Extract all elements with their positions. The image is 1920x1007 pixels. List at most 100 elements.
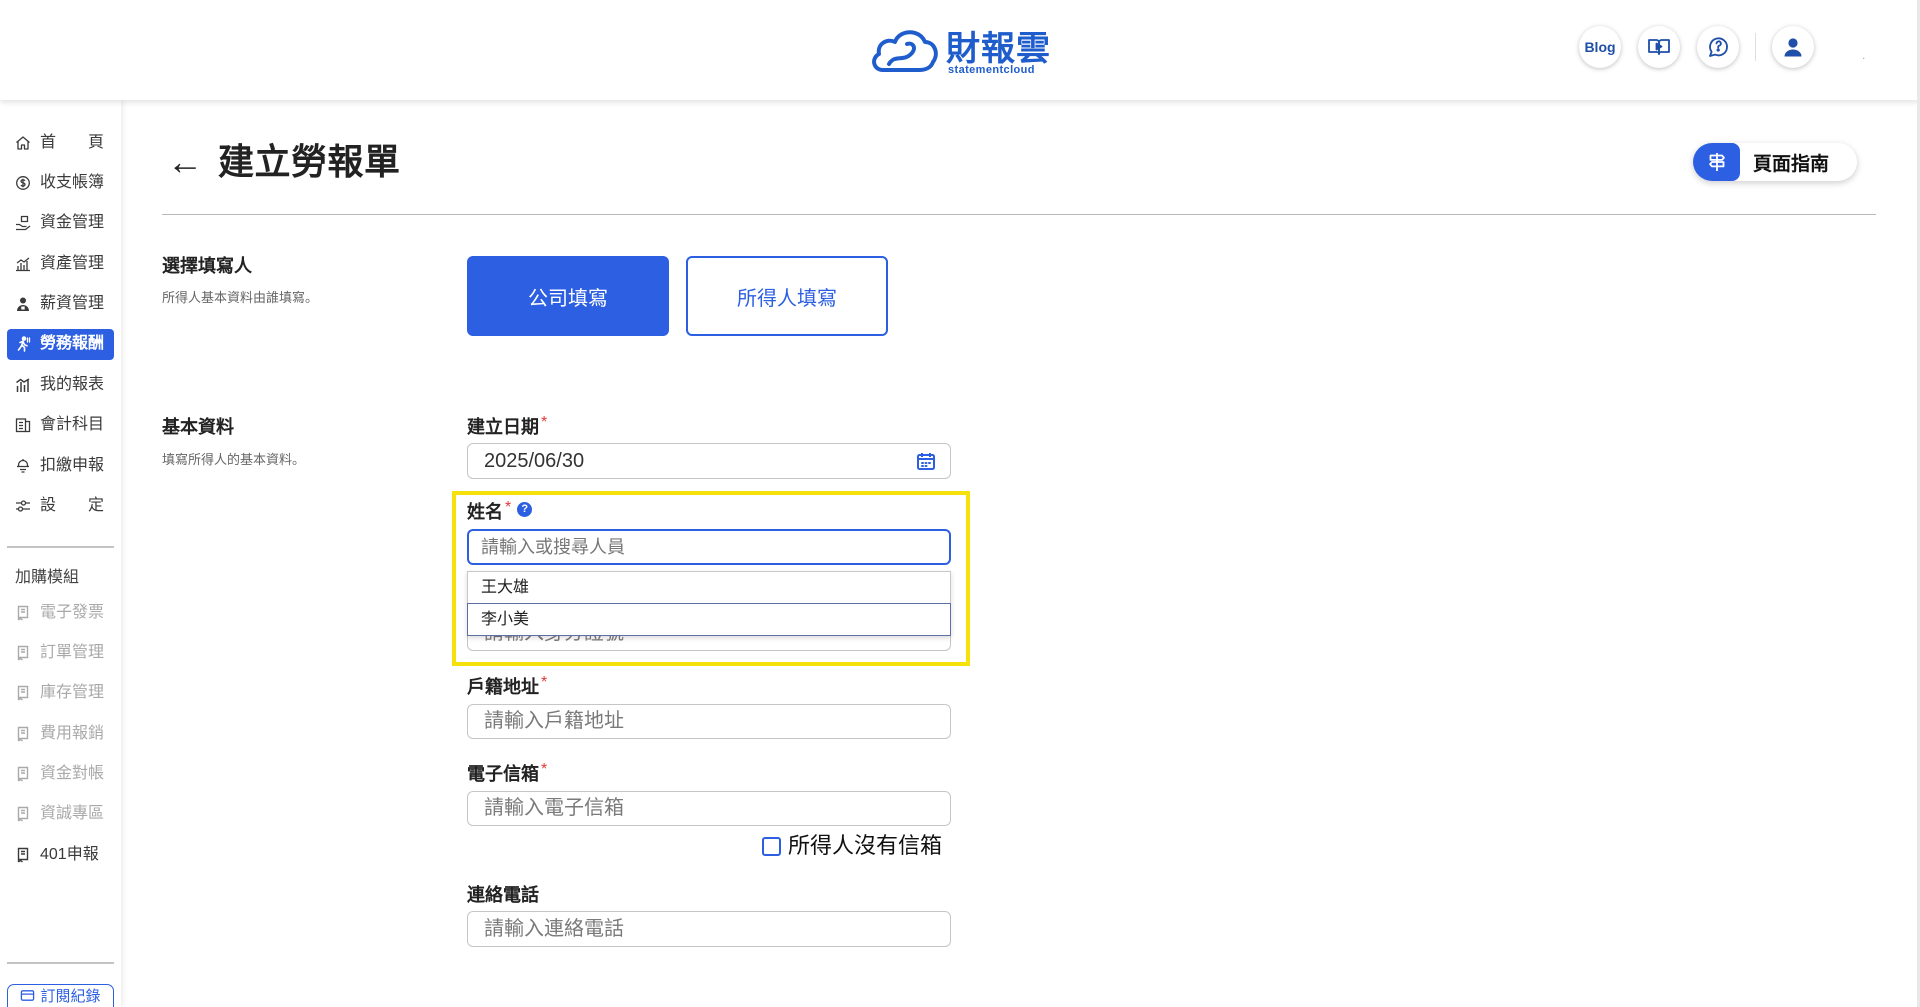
main-nav: 首頁 收支帳簿 資金管理 資產管理 薪資管理 勞務報酬 我的報表 會計科目 扣繳… <box>0 122 121 526</box>
sidebar-addon-inventory[interactable]: 庫存管理 <box>0 673 121 713</box>
blog-label: Blog <box>1584 39 1616 55</box>
sidebar-item-label: 扣繳申報 <box>40 456 105 474</box>
address-label-text: 戶籍地址 <box>467 677 539 697</box>
sidebar-item-assets[interactable]: 資產管理 <box>0 243 121 283</box>
sidebar-addon-expenses[interactable]: 費用報銷 <box>0 713 121 753</box>
sidebar-item-label: 庫存管理 <box>40 684 105 702</box>
header-divider <box>1755 33 1756 61</box>
sidebar-item-payroll[interactable]: 薪資管理 <box>0 284 121 324</box>
fund-icon <box>16 216 31 231</box>
sidebar-addon-orders[interactable]: 訂單管理 <box>0 632 121 672</box>
email-input[interactable] <box>467 791 951 826</box>
sidebar-divider <box>7 962 114 964</box>
calendar-icon[interactable] <box>916 451 936 476</box>
coin-icon <box>16 175 30 190</box>
phone-label-text: 連絡電話 <box>467 885 539 905</box>
sidebar-addon-e-invoice[interactable]: 電子發票 <box>0 592 121 632</box>
name-label-text: 姓名 <box>467 502 503 522</box>
sidebar-item-label: 資產管理 <box>40 254 105 272</box>
sidebar-item-label: 資誠專區 <box>40 805 105 823</box>
suggestion-item[interactable]: 李小美 <box>467 603 951 636</box>
sidebar-item-label: 401申報 <box>40 845 99 863</box>
sidebar-item-labor-remuneration[interactable]: 勞務報酬 <box>0 324 121 364</box>
back-arrow-icon[interactable]: ← <box>167 140 205 184</box>
no-email-checkbox-row[interactable]: 所得人沒有信箱 <box>762 833 942 859</box>
subscription-record-button[interactable]: 訂閱紀錄 <box>7 984 114 1007</box>
page-guide-label: 頁面指南 <box>1753 153 1830 175</box>
sidebar-item-label: 薪資管理 <box>40 295 105 313</box>
home-icon <box>16 135 30 150</box>
help-chat-button[interactable] <box>1697 26 1739 68</box>
sidebar-item-label: 首頁 <box>40 133 104 151</box>
sidebar-item-label: 資金對帳 <box>40 765 105 783</box>
sidebar-item-accounts[interactable]: 會計科目 <box>0 405 121 445</box>
sidebar-item-label: 設定 <box>40 497 104 515</box>
no-email-label[interactable]: 所得人沒有信箱 <box>788 833 942 859</box>
email-label: 電子信箱 * <box>467 761 547 785</box>
ledger-icon <box>15 418 31 433</box>
addon-section-title: 加購模組 <box>15 569 80 586</box>
sidebar: 首頁 收支帳簿 資金管理 資產管理 薪資管理 勞務報酬 我的報表 會計科目 扣繳… <box>0 100 121 1007</box>
sidebar-item-withholding[interactable]: 扣繳申報 <box>0 445 121 485</box>
addon-book-icon <box>17 686 29 701</box>
address-label: 戶籍地址 * <box>467 674 547 698</box>
logo-text[interactable]: 財報雲 <box>946 29 1051 69</box>
page-guide-button[interactable]: 頁面指南 <box>1693 143 1857 181</box>
sidebar-item-settings[interactable]: 設定 <box>0 486 121 526</box>
addon-book-icon <box>17 807 29 823</box>
help-chat-icon <box>1706 35 1730 59</box>
sidebar-item-reports[interactable]: 我的報表 <box>0 364 121 404</box>
withholding-icon <box>17 458 29 473</box>
header-trailing-dot: . <box>1862 48 1866 62</box>
basic-section-title: 基本資料 <box>162 417 234 437</box>
sidebar-item-label: 訂單管理 <box>40 643 105 661</box>
phone-label: 連絡電話 <box>467 884 539 906</box>
date-label: 建立日期 * <box>467 414 547 438</box>
sidebar-addon-pwc-zone[interactable]: 資誠專區 <box>0 794 121 834</box>
video-guide-icon <box>1647 35 1671 59</box>
blog-button[interactable]: Blog <box>1579 26 1621 68</box>
sidebar-item-cashbook[interactable]: 收支帳簿 <box>0 162 121 202</box>
required-mark: * <box>541 674 548 691</box>
date-input[interactable] <box>467 443 951 479</box>
filler-section-desc: 所得人基本資料由誰填寫。 <box>162 290 319 305</box>
assets-icon <box>16 257 30 271</box>
addon-book-icon <box>17 605 29 621</box>
page-title-row: ← 建立勞報單 <box>167 140 401 184</box>
sidebar-addon-401-filing[interactable]: 401申報 <box>0 834 121 874</box>
sidebar-item-label: 電子發票 <box>40 603 105 621</box>
filler-section-title: 選擇填寫人 <box>162 256 252 276</box>
subscription-label: 訂閱紀錄 <box>40 988 101 1005</box>
name-suggestion-dropdown: 王大雄 李小美 <box>467 571 951 636</box>
addon-nav: 電子發票 訂單管理 庫存管理 費用報銷 資金對帳 資誠專區 401申報 <box>0 592 121 875</box>
help-icon[interactable]: ? <box>517 501 533 517</box>
cloud-logo-icon[interactable] <box>869 24 941 81</box>
sidebar-addon-reconciliation[interactable]: 資金對帳 <box>0 754 121 794</box>
no-email-checkbox[interactable] <box>762 836 781 856</box>
required-mark: * <box>541 761 548 778</box>
required-mark: * <box>505 499 512 516</box>
settings-icon <box>16 500 30 512</box>
addon-book-icon <box>17 726 29 742</box>
sidebar-item-label: 會計科目 <box>40 416 105 434</box>
user-menu-button[interactable] <box>1772 26 1814 68</box>
sidebar-item-label: 費用報銷 <box>40 724 105 742</box>
addon-book-icon <box>17 766 29 782</box>
option-payee-fill[interactable]: 所得人填寫 <box>686 256 888 336</box>
address-input[interactable] <box>467 704 951 739</box>
signpost-icon <box>1693 143 1740 181</box>
email-label-text: 電子信箱 <box>467 764 539 784</box>
phone-input[interactable] <box>467 911 951 947</box>
video-guide-button[interactable] <box>1638 26 1680 68</box>
addon-book-icon <box>17 645 29 661</box>
subscription-icon <box>21 990 35 1001</box>
suggestion-item[interactable]: 王大雄 <box>467 571 951 604</box>
sidebar-divider <box>7 546 114 548</box>
sidebar-item-funds[interactable]: 資金管理 <box>0 203 121 243</box>
sidebar-item-label: 勞務報酬 <box>40 335 105 353</box>
name-search-input[interactable] <box>467 529 951 565</box>
sidebar-item-home[interactable]: 首頁 <box>0 122 121 162</box>
addon-book-icon <box>17 847 29 863</box>
option-company-fill[interactable]: 公司填寫 <box>467 256 669 336</box>
sidebar-item-label: 資金管理 <box>40 214 105 232</box>
